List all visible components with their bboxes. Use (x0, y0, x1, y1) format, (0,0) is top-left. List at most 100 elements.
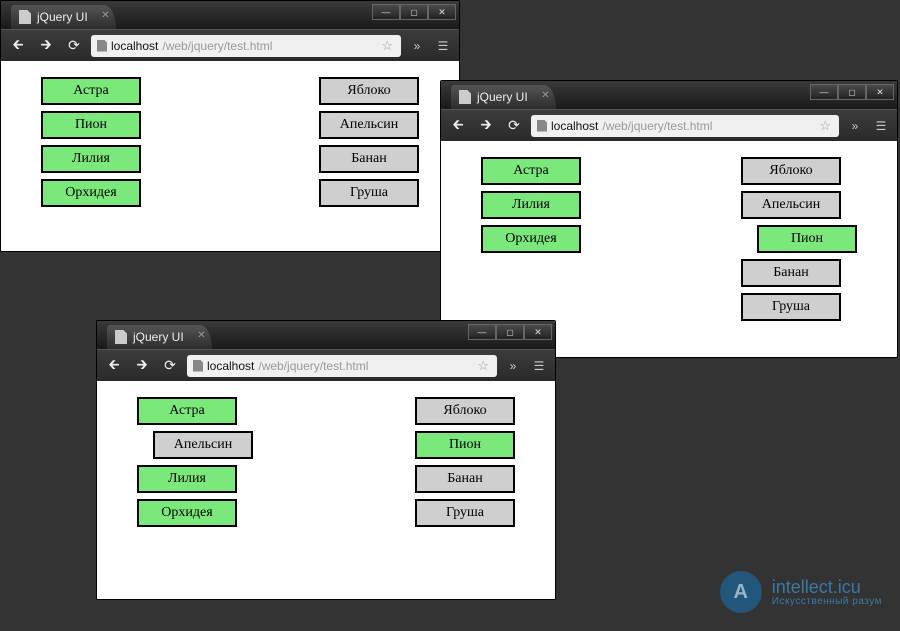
back-button[interactable]: 🡰 (447, 115, 469, 137)
sortable-item[interactable]: Банан (319, 145, 419, 173)
sortable-list-left[interactable]: Астра Лилия Орхидея (481, 157, 581, 341)
reload-button[interactable]: ⟳ (503, 115, 525, 137)
tab-title: jQuery UI (37, 10, 88, 24)
titlebar[interactable]: jQuery UI ✕ (1, 1, 459, 29)
back-button[interactable]: 🡰 (103, 355, 125, 377)
sortable-item[interactable]: Апельсин (741, 191, 841, 219)
menu-icon[interactable]: ☰ (433, 36, 453, 56)
page-content: Астра Пион Лилия Орхидея Яблоко Апельсин Банан… (1, 61, 459, 251)
close-button[interactable] (524, 324, 552, 340)
page-icon (193, 360, 203, 372)
tab-title: jQuery UI (133, 330, 184, 344)
titlebar[interactable]: jQuery UI ✕ (97, 321, 555, 349)
sortable-item[interactable]: Апельсин (153, 431, 253, 459)
menu-icon[interactable]: ☰ (871, 116, 891, 136)
sortable-item[interactable]: Лилия (41, 145, 141, 173)
watermark-subtitle: Искусственный разум (772, 596, 882, 607)
sortable-item[interactable]: Груша (415, 499, 515, 527)
browser-tab[interactable]: jQuery UI ✕ (451, 85, 556, 109)
page-icon (459, 90, 471, 104)
sortable-item[interactable]: Астра (137, 397, 237, 425)
forward-button[interactable]: 🡲 (35, 35, 57, 57)
sortable-item[interactable]: Астра (41, 77, 141, 105)
sortable-item[interactable]: Пион (415, 431, 515, 459)
sortable-item[interactable]: Лилия (481, 191, 581, 219)
sortable-item[interactable]: Орхидея (41, 179, 141, 207)
page-content: Астра Апельсин Лилия Орхидея Яблоко Пион Банан… (97, 381, 555, 599)
url-path: /web/jquery/test.html (258, 359, 368, 373)
watermark-text: intellect.icu Искусственный разум (772, 578, 882, 607)
forward-button[interactable]: 🡲 (131, 355, 153, 377)
sortable-item[interactable]: Яблоко (741, 157, 841, 185)
titlebar[interactable]: jQuery UI ✕ (441, 81, 897, 109)
minimize-button[interactable] (810, 84, 838, 100)
address-bar[interactable]: localhost/web/jquery/test.html ☆ (91, 35, 401, 57)
address-bar[interactable]: localhost/web/jquery/test.html ☆ (531, 115, 839, 137)
sortable-list-left[interactable]: Астра Пион Лилия Орхидея (41, 77, 141, 235)
sortable-list-left[interactable]: Астра Апельсин Лилия Орхидея (137, 397, 253, 583)
page-icon (115, 330, 127, 344)
url-host: localhost (111, 39, 158, 53)
sortable-item[interactable]: Банан (415, 465, 515, 493)
sortable-item[interactable]: Орхидея (481, 225, 581, 253)
watermark-badge-icon: A (720, 571, 762, 613)
sortable-item[interactable]: Яблоко (319, 77, 419, 105)
back-button[interactable]: 🡰 (7, 35, 29, 57)
sortable-item[interactable]: Пион (41, 111, 141, 139)
reload-button[interactable]: ⟳ (159, 355, 181, 377)
sortable-item[interactable]: Банан (741, 259, 841, 287)
watermark-title: intellect.icu (772, 578, 882, 596)
window-controls (468, 324, 552, 340)
tab-title: jQuery UI (477, 90, 528, 104)
sortable-list-right[interactable]: Яблоко Апельсин Пион Банан Груша (741, 157, 857, 341)
watermark: A intellect.icu Искусственный разум (720, 571, 882, 613)
close-tab-icon[interactable]: ✕ (197, 330, 205, 341)
overflow-icon[interactable]: » (845, 116, 865, 136)
close-tab-icon[interactable]: ✕ (541, 90, 549, 101)
bookmark-icon[interactable]: ☆ (477, 358, 489, 374)
sortable-item[interactable]: Пион (757, 225, 857, 253)
toolbar: 🡰 🡲 ⟳ localhost/web/jquery/test.html ☆ » ☰ (441, 109, 897, 141)
close-button[interactable] (428, 4, 456, 20)
window-controls (810, 84, 894, 100)
window-controls (372, 4, 456, 20)
url-host: localhost (207, 359, 254, 373)
sortable-list-right[interactable]: Яблоко Апельсин Банан Груша (319, 77, 419, 235)
page-icon (19, 10, 31, 24)
forward-button[interactable]: 🡲 (475, 115, 497, 137)
sortable-item[interactable]: Груша (741, 293, 841, 321)
sortable-item[interactable]: Груша (319, 179, 419, 207)
sortable-item[interactable]: Астра (481, 157, 581, 185)
sortable-item[interactable]: Орхидея (137, 499, 237, 527)
bookmark-icon[interactable]: ☆ (819, 118, 831, 134)
bookmark-icon[interactable]: ☆ (381, 38, 393, 54)
sortable-item[interactable]: Яблоко (415, 397, 515, 425)
sortable-item[interactable]: Апельсин (319, 111, 419, 139)
minimize-button[interactable] (468, 324, 496, 340)
maximize-button[interactable] (838, 84, 866, 100)
minimize-button[interactable] (372, 4, 400, 20)
menu-icon[interactable]: ☰ (529, 356, 549, 376)
overflow-icon[interactable]: » (407, 36, 427, 56)
page-icon (537, 120, 547, 132)
url-path: /web/jquery/test.html (602, 119, 712, 133)
close-button[interactable] (866, 84, 894, 100)
sortable-item[interactable]: Лилия (137, 465, 237, 493)
toolbar: 🡰 🡲 ⟳ localhost/web/jquery/test.html ☆ » ☰ (1, 29, 459, 61)
close-tab-icon[interactable]: ✕ (101, 10, 109, 21)
maximize-button[interactable] (400, 4, 428, 20)
page-icon (97, 40, 107, 52)
reload-button[interactable]: ⟳ (63, 35, 85, 57)
overflow-icon[interactable]: » (503, 356, 523, 376)
sortable-list-right[interactable]: Яблоко Пион Банан Груша (415, 397, 515, 583)
address-bar[interactable]: localhost/web/jquery/test.html ☆ (187, 355, 497, 377)
browser-tab[interactable]: jQuery UI ✕ (107, 325, 212, 349)
browser-window: jQuery UI ✕ 🡰 🡲 ⟳ localhost/web/jquery/test.h… (0, 0, 460, 252)
url-host: localhost (551, 119, 598, 133)
browser-window: jQuery UI ✕ 🡰 🡲 ⟳ localhost/web/jquery/test.h… (96, 320, 556, 600)
browser-window: jQuery UI ✕ 🡰 🡲 ⟳ localhost/web/jquery/test.h… (440, 80, 898, 358)
toolbar: 🡰 🡲 ⟳ localhost/web/jquery/test.html ☆ » ☰ (97, 349, 555, 381)
maximize-button[interactable] (496, 324, 524, 340)
browser-tab[interactable]: jQuery UI ✕ (11, 5, 116, 29)
url-path: /web/jquery/test.html (162, 39, 272, 53)
